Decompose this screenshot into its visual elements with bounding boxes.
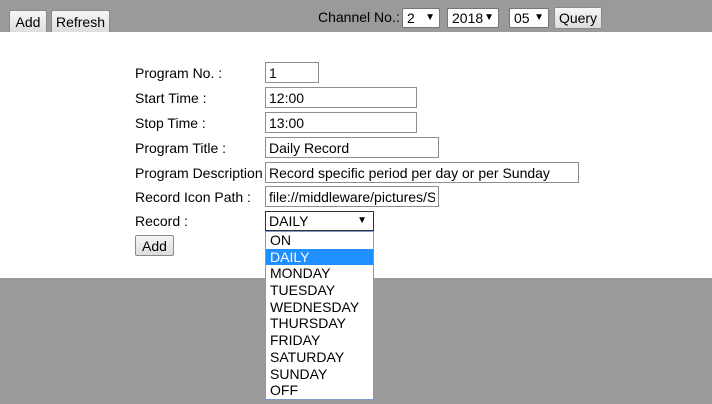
start-time-input[interactable] xyxy=(265,87,417,108)
program-description-label: Program Description : xyxy=(135,165,271,181)
program-no-input[interactable] xyxy=(265,62,319,83)
year-value: 2018 xyxy=(452,10,484,26)
record-label: Record : xyxy=(135,213,188,229)
channel-value: 2 xyxy=(407,10,415,26)
year-select[interactable]: 2018 ▼ xyxy=(447,8,499,28)
toolbar: Add Refresh Channel No.: 2 ▼ 2018 ▼ 05 ▼… xyxy=(0,0,712,33)
stop-time-input[interactable] xyxy=(265,112,417,133)
record-dropdown-list: ON DAILY MONDAY TUESDAY WEDNESDAY THURSDAY FRI… xyxy=(265,231,374,400)
record-icon-path-label: Record Icon Path : xyxy=(135,189,251,205)
chevron-down-icon: ▼ xyxy=(425,12,435,23)
month-select[interactable]: 05 ▼ xyxy=(509,8,549,28)
program-no-label: Program No. : xyxy=(135,65,223,81)
program-title-input[interactable] xyxy=(265,137,439,158)
record-option-thursday[interactable]: THURSDAY xyxy=(266,315,373,332)
record-icon-path-input[interactable] xyxy=(265,186,439,207)
program-title-label: Program Title : xyxy=(135,140,227,156)
record-value: DAILY xyxy=(269,213,309,229)
refresh-button[interactable]: Refresh xyxy=(51,10,110,33)
record-option-wednesday[interactable]: WEDNESDAY xyxy=(266,299,373,316)
chevron-down-icon: ▼ xyxy=(484,12,494,23)
record-option-on[interactable]: ON xyxy=(266,232,373,249)
chevron-down-icon: ▼ xyxy=(534,12,544,23)
record-select[interactable]: DAILY ▼ xyxy=(265,211,374,231)
record-option-friday[interactable]: FRIDAY xyxy=(266,332,373,349)
program-description-input[interactable] xyxy=(265,162,579,183)
query-button[interactable]: Query xyxy=(554,7,602,29)
record-option-sunday[interactable]: SUNDAY xyxy=(266,366,373,383)
record-option-daily[interactable]: DAILY xyxy=(266,248,373,266)
form-add-button[interactable]: Add xyxy=(135,235,174,256)
stop-time-label: Stop Time : xyxy=(135,115,206,131)
record-option-monday[interactable]: MONDAY xyxy=(266,265,373,282)
add-button[interactable]: Add xyxy=(9,10,47,33)
start-time-label: Start Time : xyxy=(135,90,207,106)
channel-select[interactable]: 2 ▼ xyxy=(402,8,440,28)
month-value: 05 xyxy=(514,10,530,26)
channel-label: Channel No.: xyxy=(318,9,400,25)
record-option-tuesday[interactable]: TUESDAY xyxy=(266,282,373,299)
chevron-down-icon: ▼ xyxy=(357,215,367,226)
record-option-off[interactable]: OFF xyxy=(266,382,373,399)
record-option-saturday[interactable]: SATURDAY xyxy=(266,349,373,366)
